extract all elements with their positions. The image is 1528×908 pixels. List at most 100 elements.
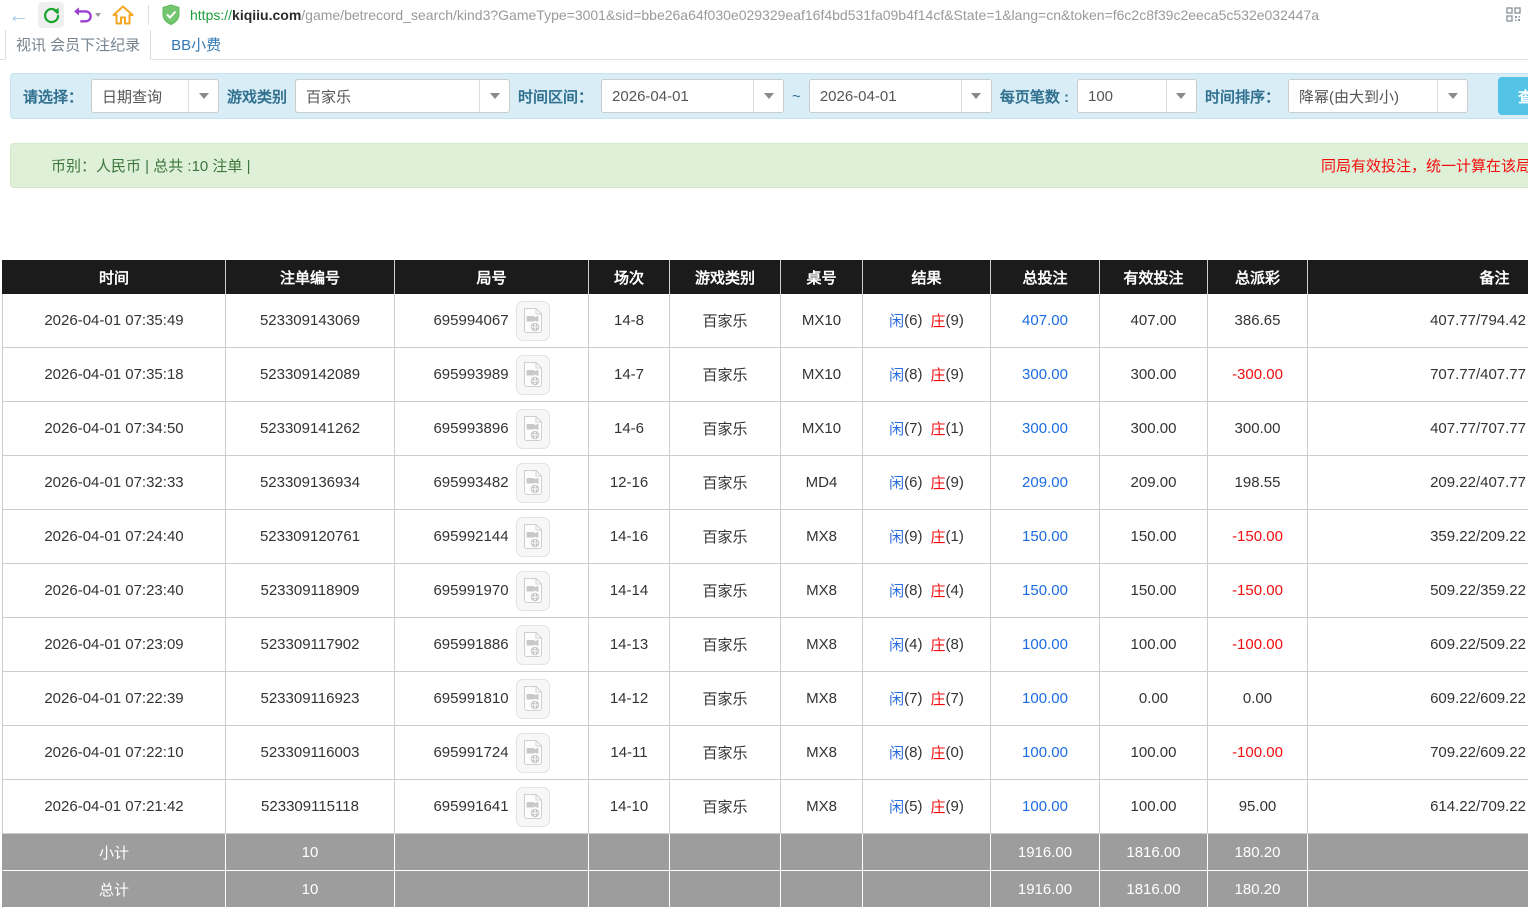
- round-number: 695991641: [433, 798, 508, 815]
- chevron-down-icon: [1437, 80, 1467, 112]
- video-replay-icon[interactable]: [516, 517, 550, 557]
- round-number: 695991970: [433, 582, 508, 599]
- banker-result: 庄: [931, 742, 946, 763]
- cell-time: 2026-04-01 07:34:50: [2, 402, 226, 456]
- total-bet-link[interactable]: 100.00: [1022, 636, 1068, 653]
- date-range-label: 时间区间：: [518, 86, 593, 107]
- video-replay-icon[interactable]: [516, 571, 550, 611]
- cell-note: 407.77/794.42: [1308, 294, 1528, 348]
- cell-round-id: 695993896: [395, 402, 589, 456]
- cell-time: 2026-04-01 07:22:39: [2, 672, 226, 726]
- video-replay-icon[interactable]: [516, 679, 550, 719]
- time-sort-label: 时间排序：: [1205, 86, 1280, 107]
- undo-dropdown-caret-icon[interactable]: [95, 13, 101, 17]
- qr-code-icon[interactable]: [1506, 7, 1521, 27]
- reload-icon[interactable]: [38, 2, 64, 28]
- query-type-select[interactable]: 日期查询: [91, 79, 219, 113]
- table-row: 2026-04-01 07:34:50 523309141262 6959938…: [2, 402, 1528, 456]
- table-row: 2026-04-01 07:23:40 523309118909 6959919…: [2, 564, 1528, 618]
- round-number: 695992144: [433, 528, 508, 545]
- back-icon[interactable]: ←: [8, 5, 29, 26]
- page-size-select[interactable]: 100: [1077, 79, 1197, 113]
- video-replay-icon[interactable]: [516, 301, 550, 341]
- url-separator: ://: [220, 7, 232, 23]
- total-bet-link[interactable]: 407.00: [1022, 312, 1068, 329]
- home-icon[interactable]: [110, 2, 136, 28]
- cell-result: 闲(6) 庄(9): [863, 456, 991, 510]
- column-header-result: 结果: [863, 260, 991, 294]
- round-number: 695993989: [433, 366, 508, 383]
- cell-table-no: MX10: [781, 294, 863, 348]
- column-header-valid-bet: 有效投注: [1100, 260, 1208, 294]
- url-path: /game/betrecord_search/kind3?GameType=30…: [301, 7, 1320, 23]
- cell-bet-id: 523309136934: [226, 456, 395, 510]
- undo-icon[interactable]: [73, 6, 101, 24]
- cell-total-bet: 150.00: [991, 510, 1100, 564]
- chevron-down-icon: [961, 80, 991, 112]
- cell-note: 614.22/709.22: [1308, 780, 1528, 834]
- video-replay-icon[interactable]: [516, 463, 550, 503]
- cell-session: 14-13: [589, 618, 670, 672]
- time-sort-select[interactable]: 降幂(由大到小): [1288, 79, 1468, 113]
- banker-score: (9): [946, 312, 964, 329]
- total-bet-link[interactable]: 100.00: [1022, 798, 1068, 815]
- cell-valid-bet: 150.00: [1100, 564, 1208, 618]
- tab-bb-tip[interactable]: BB小费: [151, 30, 241, 59]
- video-replay-icon[interactable]: [516, 409, 550, 449]
- game-category-select[interactable]: 百家乐: [295, 79, 510, 113]
- cell-table-no: MX8: [781, 564, 863, 618]
- column-header-note: 备注: [1308, 260, 1528, 294]
- cell-result: 闲(7)庄(7): [863, 672, 991, 726]
- video-replay-icon[interactable]: [516, 787, 550, 827]
- cell-game-category: 百家乐: [670, 510, 781, 564]
- address-bar[interactable]: https://kiqiiu.com/game/betrecord_search…: [190, 7, 1320, 23]
- cell-total-bet: 209.00: [991, 456, 1100, 510]
- cell-result: 闲(5)庄(9): [863, 780, 991, 834]
- player-score: (9): [904, 528, 922, 545]
- video-replay-icon[interactable]: [516, 625, 550, 665]
- player-score: (7): [904, 420, 922, 437]
- total-bet-link[interactable]: 300.00: [1022, 420, 1068, 437]
- total-bet-link[interactable]: 150.00: [1022, 582, 1068, 599]
- player-result: 闲: [889, 472, 904, 493]
- table-row: 2026-04-01 07:35:18 523309142089 6959939…: [2, 348, 1528, 402]
- banker-score: (9): [946, 474, 964, 491]
- tab-video-bet-records[interactable]: 视讯 会员下注纪录: [5, 30, 151, 60]
- total-bet-link[interactable]: 100.00: [1022, 690, 1068, 707]
- video-replay-icon[interactable]: [516, 355, 550, 395]
- cell-session: 14-11: [589, 726, 670, 780]
- total-bet-link[interactable]: 209.00: [1022, 474, 1068, 491]
- table-body: 2026-04-01 07:35:49 523309143069 6959940…: [2, 294, 1528, 834]
- cell-total-bet: 100.00: [991, 672, 1100, 726]
- cell-table-no: MX10: [781, 402, 863, 456]
- player-result: 闲: [889, 418, 904, 439]
- cell-bet-id: 523309141262: [226, 402, 395, 456]
- round-number: 695994067: [433, 312, 508, 329]
- date-to-select[interactable]: 2026-04-01: [809, 79, 992, 113]
- cell-session: 14-16: [589, 510, 670, 564]
- cell-payout: 95.00: [1208, 780, 1308, 834]
- banker-score: (7): [946, 690, 964, 707]
- player-score: (6): [904, 474, 922, 491]
- video-replay-icon[interactable]: [516, 733, 550, 773]
- table-row: 2026-04-01 07:32:33 523309136934 6959934…: [2, 456, 1528, 510]
- total-bet-link[interactable]: 100.00: [1022, 744, 1068, 761]
- banker-result: 庄: [931, 472, 946, 493]
- cell-table-no: MX10: [781, 348, 863, 402]
- cell-note: 359.22/209.22: [1308, 510, 1528, 564]
- total-bet-link[interactable]: 300.00: [1022, 366, 1068, 383]
- ssl-shield-icon[interactable]: [161, 4, 181, 26]
- table-row: 2026-04-01 07:21:42 523309115118 6959916…: [2, 780, 1528, 834]
- search-button[interactable]: 查询: [1498, 77, 1528, 115]
- grand-total-valid-bet: 1816.00: [1100, 871, 1208, 908]
- search-filter-bar: 请选择： 日期查询 游戏类别 百家乐 时间区间： 2026-04-01 ~ 20…: [10, 73, 1528, 119]
- cell-game-category: 百家乐: [670, 726, 781, 780]
- player-result: 闲: [889, 526, 904, 547]
- column-header-bet-id: 注单编号: [226, 260, 395, 294]
- date-from-select[interactable]: 2026-04-01: [601, 79, 784, 113]
- cell-result: 闲(9)庄(1): [863, 510, 991, 564]
- browser-toolbar: ← https://kiqiiu.com/game/betrecord_sear…: [0, 0, 1528, 30]
- cell-table-no: MD4: [781, 456, 863, 510]
- cell-result: 闲(8)庄(9): [863, 348, 991, 402]
- total-bet-link[interactable]: 150.00: [1022, 528, 1068, 545]
